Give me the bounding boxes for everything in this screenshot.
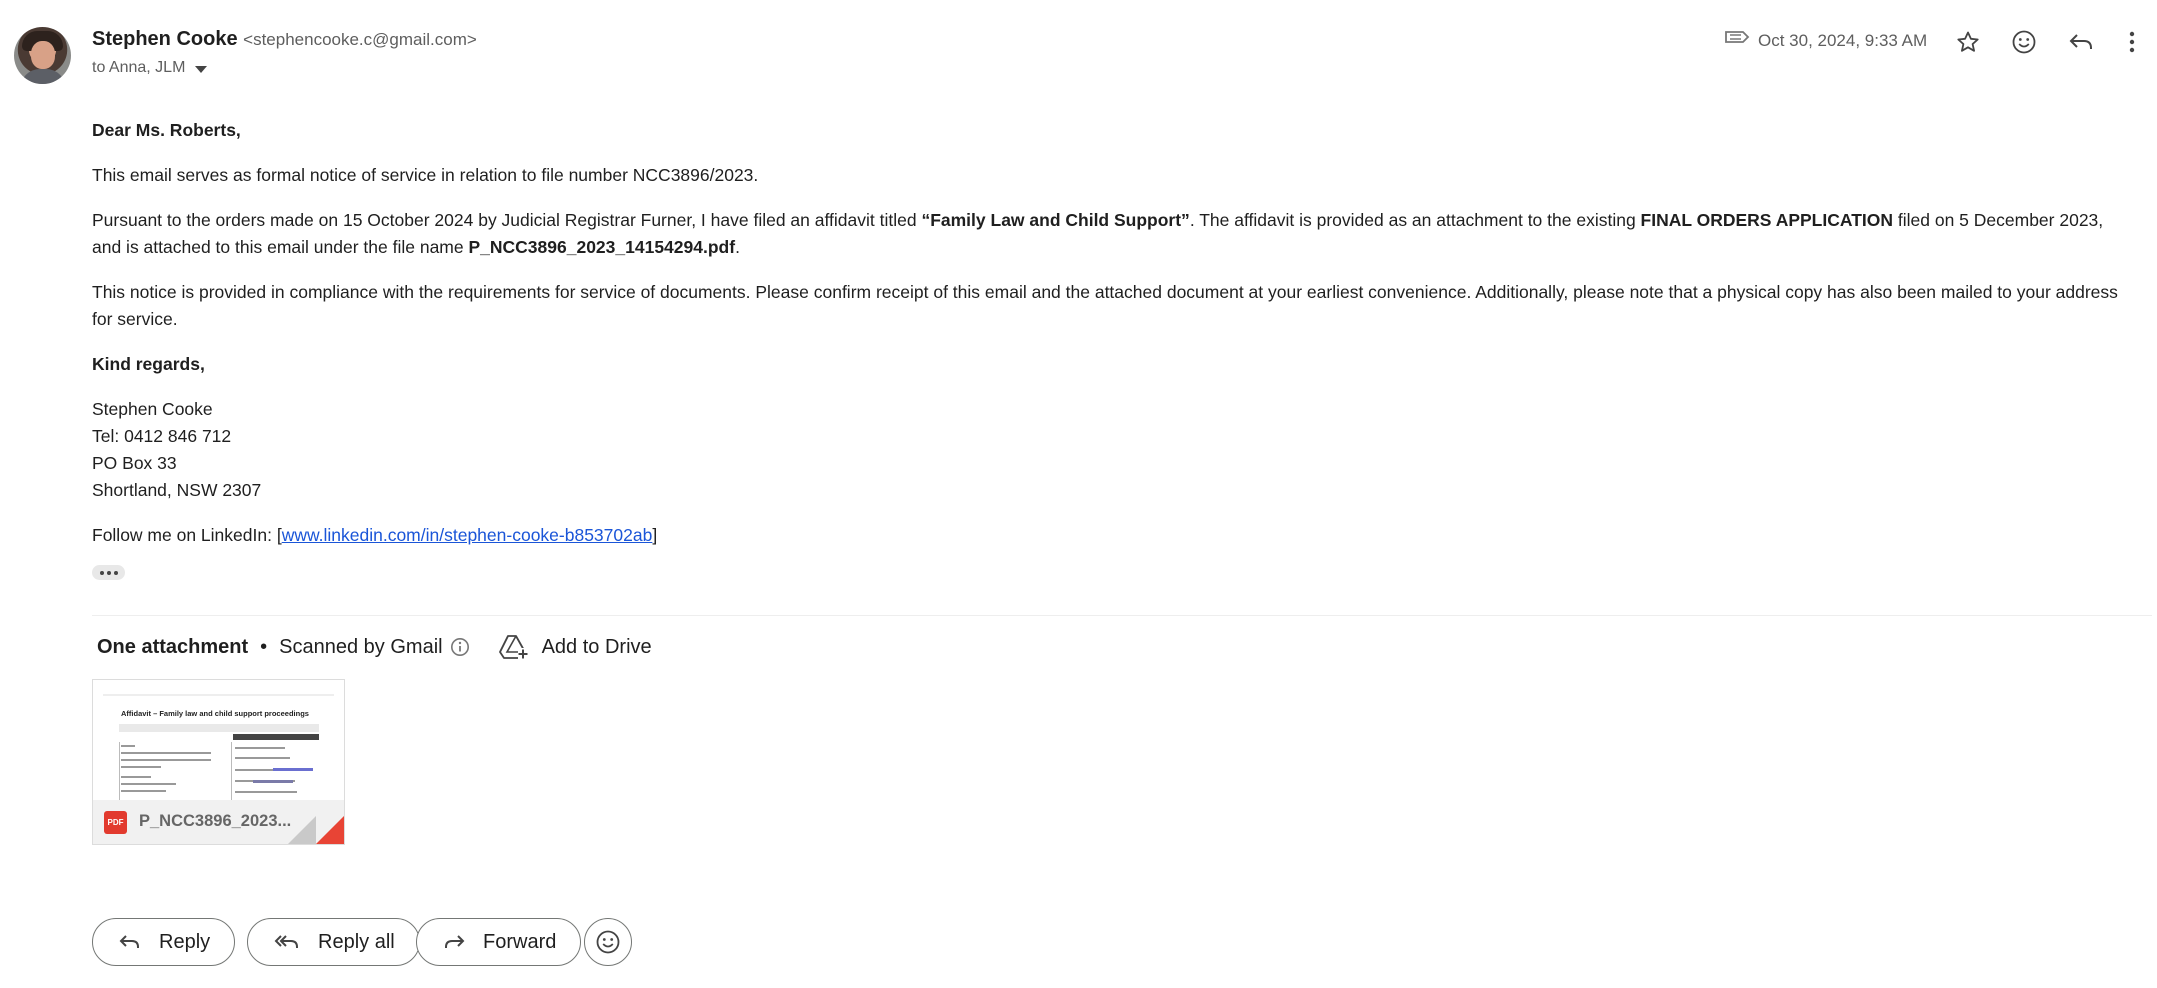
sender-email: <stephencooke.c@gmail.com> xyxy=(243,30,477,49)
forward-button[interactable]: Forward xyxy=(416,918,582,966)
greeting: Dear Ms. Roberts, xyxy=(92,120,241,140)
separator-bullet: • xyxy=(260,635,268,658)
star-icon[interactable] xyxy=(1948,22,1988,62)
signature: Stephen Cooke Tel: 0412 846 712 PO Box 3… xyxy=(92,396,2132,504)
emoji-icon xyxy=(596,930,620,954)
info-icon[interactable] xyxy=(450,637,470,657)
forward-label: Forward xyxy=(483,930,557,953)
reply-button[interactable]: Reply xyxy=(92,918,236,966)
attachment-footer: PDF P_NCC3896_2023... xyxy=(93,800,344,844)
add-to-drive-button[interactable]: Add to Drive xyxy=(498,634,652,660)
attachments-title: One attachment xyxy=(97,635,249,658)
reply-icon xyxy=(119,935,139,948)
pdf-icon: PDF xyxy=(104,811,127,834)
attachments-header: One attachment • Scanned by Gmail Add to… xyxy=(97,634,652,660)
forward-icon xyxy=(445,935,465,948)
pdf-corner-icon xyxy=(316,816,344,844)
linkedin-line: Follow me on LinkedIn: [www.linkedin.com… xyxy=(92,525,658,545)
drive-add-icon xyxy=(498,635,528,660)
linkedin-link[interactable]: www.linkedin.com/in/stephen-cooke-b85370… xyxy=(282,525,653,545)
attachment-file-name[interactable]: P_NCC3896_2023... xyxy=(139,812,291,831)
divider xyxy=(92,615,2152,616)
chevron-down-icon[interactable] xyxy=(195,65,208,73)
sender-name[interactable]: Stephen Cooke xyxy=(92,28,238,50)
attachment-thumbnail: Affidavit – Family law and child support… xyxy=(93,680,344,800)
emoji-icon[interactable] xyxy=(2004,22,2044,62)
signature-po: PO Box 33 xyxy=(92,453,177,473)
reply-label: Reply xyxy=(159,930,211,953)
label-icon xyxy=(1722,22,1752,52)
signature-tel: Tel: 0412 846 712 xyxy=(92,426,232,446)
paragraph-notice: This email serves as formal notice of se… xyxy=(92,165,759,185)
recipients-toggle[interactable]: to Anna, JLM xyxy=(92,59,208,77)
reply-all-label: Reply all xyxy=(318,930,395,953)
paragraph-compliance: This notice is provided in compliance wi… xyxy=(92,282,2118,329)
signature-name: Stephen Cooke xyxy=(92,399,213,419)
email-body: Dear Ms. Roberts, This email serves as f… xyxy=(92,117,2132,567)
sender-name-line: Stephen Cooke <stephencooke.c@gmail.com> xyxy=(92,28,477,51)
show-trimmed-content-button[interactable] xyxy=(92,565,125,580)
reply-all-button[interactable]: Reply all xyxy=(247,918,420,966)
thumbnail-title: Affidavit – Family law and child support… xyxy=(121,709,309,718)
closing: Kind regards, xyxy=(92,354,205,374)
recipients-text: to Anna, JLM xyxy=(92,59,186,76)
paragraph-affidavit: Pursuant to the orders made on 15 Octobe… xyxy=(92,210,2104,257)
add-to-drive-label: Add to Drive xyxy=(541,635,652,658)
reply-icon[interactable] xyxy=(2061,22,2101,62)
more-vert-icon[interactable] xyxy=(2117,22,2147,62)
timestamp: Oct 30, 2024, 9:33 AM xyxy=(1758,31,1928,50)
reply-all-icon xyxy=(274,935,298,948)
scanned-by-gmail: Scanned by Gmail xyxy=(279,635,443,658)
emoji-reaction-button[interactable] xyxy=(584,918,632,966)
sender-avatar[interactable] xyxy=(14,27,71,84)
fold-icon xyxy=(288,816,316,844)
signature-city: Shortland, NSW 2307 xyxy=(92,480,262,500)
attachment-card[interactable]: Affidavit – Family law and child support… xyxy=(92,679,345,845)
